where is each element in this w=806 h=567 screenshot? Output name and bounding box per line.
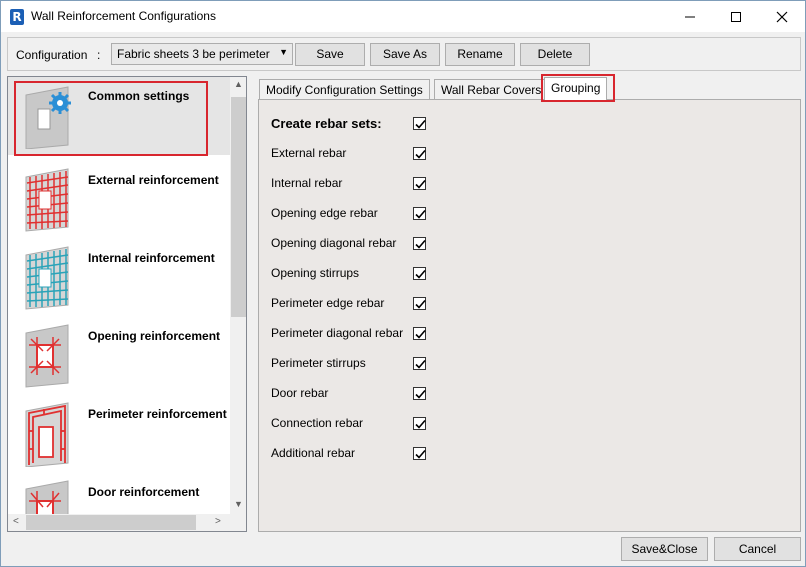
option-additional-rebar-checkbox[interactable]: [413, 447, 426, 460]
chevron-down-icon: ▼: [279, 47, 288, 57]
rename-button[interactable]: Rename: [445, 43, 515, 66]
vertical-scrollbar[interactable]: ▲ ▼: [230, 77, 246, 514]
option-perimeter-edge-rebar-label: Perimeter edge rebar: [271, 296, 385, 310]
maximize-button[interactable]: [713, 1, 759, 32]
save-button[interactable]: Save: [295, 43, 365, 66]
option-perimeter-stirrups-checkbox[interactable]: [413, 357, 426, 370]
checkmark-icon: [415, 359, 426, 369]
list-item-label: Door reinforcement: [88, 485, 200, 499]
scrollbar-corner: [230, 514, 246, 531]
option-internal-rebar-label: Internal rebar: [271, 176, 343, 190]
scroll-right-icon[interactable]: >: [215, 516, 221, 527]
revit-app-icon: R: [10, 9, 24, 25]
option-additional-rebar-label: Additional rebar: [271, 446, 356, 460]
option-internal-rebar-checkbox[interactable]: [413, 177, 426, 190]
option-perimeter-diagonal-rebar-checkbox[interactable]: [413, 327, 426, 340]
scroll-up-icon[interactable]: ▲: [234, 79, 243, 89]
option-external-rebar-label: External rebar: [271, 146, 347, 160]
checkmark-icon: [415, 329, 426, 339]
checkmark-icon: [415, 119, 426, 129]
option-opening-stirrups-label: Opening stirrups: [271, 266, 360, 280]
maximize-icon: [731, 12, 741, 22]
option-opening-edge-rebar-label: Opening edge rebar: [271, 206, 378, 220]
delete-button[interactable]: Delete: [520, 43, 590, 66]
option-perimeter-edge-rebar-checkbox[interactable]: [413, 297, 426, 310]
option-perimeter-diagonal-rebar-label: Perimeter diagonal rebar: [271, 326, 404, 340]
checkmark-icon: [415, 449, 426, 459]
create-rebar-sets-checkbox[interactable]: [413, 117, 426, 130]
list-item-label: Internal reinforcement: [88, 251, 215, 265]
configuration-colon: :: [97, 48, 101, 62]
checkmark-icon: [415, 389, 426, 399]
dialog-window: R Wall Reinforcement Configurations Conf…: [0, 0, 806, 567]
list-item-perimeter-reinforcement[interactable]: Perimeter reinforcement: [8, 395, 230, 473]
horizontal-scroll-thumb[interactable]: [26, 515, 196, 530]
tab-highlight-box: [541, 74, 615, 102]
perimeter-reinforcement-icon: [25, 402, 69, 467]
category-list: Common settings External reinforcement I…: [7, 76, 247, 532]
option-door-rebar-checkbox[interactable]: [413, 387, 426, 400]
option-opening-diagonal-rebar-checkbox[interactable]: [413, 237, 426, 250]
save-and-close-button[interactable]: Save&Close: [621, 537, 708, 561]
scroll-down-icon[interactable]: ▼: [234, 499, 243, 509]
title-bar: R Wall Reinforcement Configurations: [1, 1, 805, 32]
cancel-button[interactable]: Cancel: [714, 537, 801, 561]
grouping-panel: Create rebar sets: External rebar Intern…: [258, 99, 801, 532]
save-as-button[interactable]: Save As: [370, 43, 440, 66]
checkmark-icon: [415, 419, 426, 429]
minimize-button[interactable]: [667, 1, 713, 32]
minimize-icon: [685, 16, 695, 18]
option-connection-rebar-checkbox[interactable]: [413, 417, 426, 430]
selection-highlight-box: [14, 81, 208, 156]
scroll-left-icon[interactable]: <: [13, 516, 19, 527]
checkmark-icon: [415, 239, 426, 249]
option-opening-diagonal-rebar-label: Opening diagonal rebar: [271, 236, 397, 250]
internal-reinforcement-icon: [25, 246, 69, 310]
checkmark-icon: [415, 209, 426, 219]
checkmark-icon: [415, 179, 426, 189]
external-reinforcement-icon: [25, 168, 69, 232]
close-button[interactable]: [759, 1, 805, 32]
list-item-label: External reinforcement: [88, 173, 219, 187]
option-door-rebar-label: Door rebar: [271, 386, 329, 400]
option-opening-edge-rebar-checkbox[interactable]: [413, 207, 426, 220]
option-connection-rebar-label: Connection rebar: [271, 416, 364, 430]
horizontal-scrollbar[interactable]: < >: [8, 514, 230, 531]
list-item-opening-reinforcement[interactable]: Opening reinforcement: [8, 317, 230, 395]
list-item-label: Opening reinforcement: [88, 329, 221, 343]
opening-reinforcement-icon: [25, 324, 69, 388]
window-title: Wall Reinforcement Configurations: [31, 9, 216, 23]
tab-modify-configuration-settings[interactable]: Modify Configuration Settings: [259, 79, 430, 100]
configuration-dropdown[interactable]: Fabric sheets 3 be perimeter ▼: [111, 43, 293, 65]
configuration-selected-value: Fabric sheets 3 be perimeter: [117, 47, 270, 61]
checkmark-icon: [415, 269, 426, 279]
tab-wall-rebar-covers[interactable]: Wall Rebar Covers: [434, 79, 549, 100]
option-perimeter-stirrups-label: Perimeter stirrups: [271, 356, 366, 370]
configuration-bar: Configuration : Fabric sheets 3 be perim…: [7, 37, 801, 71]
configuration-label: Configuration: [16, 48, 88, 62]
create-rebar-sets-label: Create rebar sets:: [271, 116, 382, 131]
checkmark-icon: [415, 149, 426, 159]
checkmark-icon: [415, 299, 426, 309]
option-external-rebar-checkbox[interactable]: [413, 147, 426, 160]
vertical-scroll-thumb[interactable]: [231, 97, 246, 317]
close-icon: [776, 11, 788, 23]
option-opening-stirrups-checkbox[interactable]: [413, 267, 426, 280]
list-item-external-reinforcement[interactable]: External reinforcement: [8, 161, 230, 239]
list-item-internal-reinforcement[interactable]: Internal reinforcement: [8, 239, 230, 317]
list-item-label: Perimeter reinforcement: [88, 407, 227, 421]
